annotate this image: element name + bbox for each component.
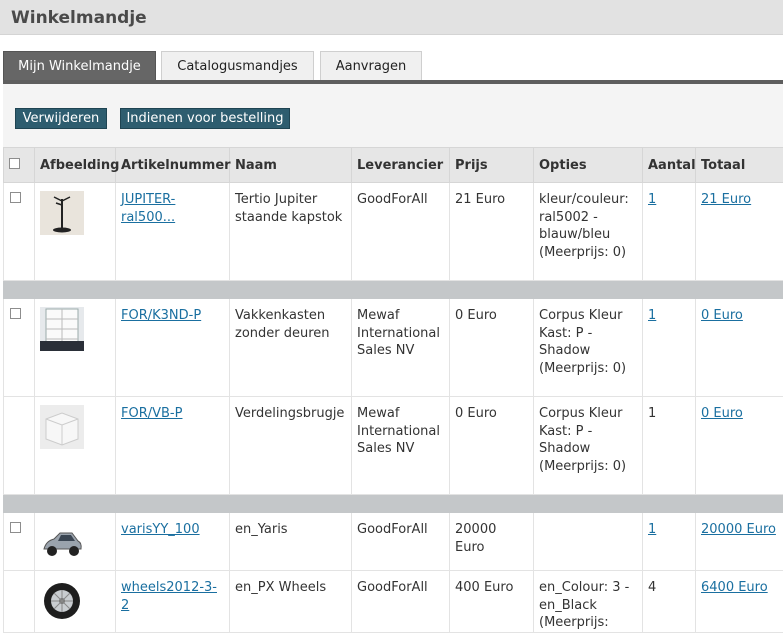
group-separator xyxy=(4,495,783,513)
article-link[interactable]: FOR/VB-P xyxy=(121,406,182,421)
wheel-image xyxy=(40,579,84,623)
select-all-cell xyxy=(4,148,35,183)
supplier-name: GoodForAll xyxy=(352,513,450,571)
total-link[interactable]: 6400 Euro xyxy=(701,580,768,595)
table-row: wheels2012-3-2 en_PX Wheels GoodForAll 4… xyxy=(4,571,783,633)
table-row: FOR/K3ND-P Vakkenkasten zonder deuren Me… xyxy=(4,299,783,397)
row-checkbox[interactable] xyxy=(10,192,21,203)
supplier-name: GoodForAll xyxy=(352,183,450,281)
product-name: Vakkenkasten zonder deuren xyxy=(230,299,352,397)
article-link[interactable]: wheels2012-3-2 xyxy=(121,580,217,613)
tab-aanvragen[interactable]: Aanvragen xyxy=(320,51,422,80)
delete-button[interactable]: Verwijderen xyxy=(15,108,107,129)
options: Corpus Kleur Kast: P - Shadow (Meerprijs… xyxy=(534,397,643,495)
column-header-supplier: Leverancier xyxy=(352,148,450,183)
table-row: JUPITER-ral500... Tertio Jupiter staande… xyxy=(4,183,783,281)
tab-catalogusmandjes[interactable]: Catalogusmandjes xyxy=(161,51,314,80)
supplier-name: Mewaf International Sales NV xyxy=(352,397,450,495)
article-link[interactable]: FOR/K3ND-P xyxy=(121,308,201,323)
product-name: en_Yaris xyxy=(230,513,352,571)
options: Corpus Kleur Kast: P - Shadow (Meerprijs… xyxy=(534,299,643,397)
column-header-quantity: Aantal xyxy=(643,148,696,183)
column-header-options: Opties xyxy=(534,148,643,183)
options xyxy=(534,513,643,571)
quantity-value: 4 xyxy=(643,571,696,633)
row-checkbox[interactable] xyxy=(10,308,21,319)
product-name: Verdelingsbrugje xyxy=(230,397,352,495)
quantity-link[interactable]: 1 xyxy=(648,308,656,323)
submit-order-button[interactable]: Indienen voor bestelling xyxy=(120,108,290,129)
column-header-name: Naam xyxy=(230,148,352,183)
supplier-name: Mewaf International Sales NV xyxy=(352,299,450,397)
column-header-image: Afbeelding xyxy=(35,148,116,183)
total-link[interactable]: 21 Euro xyxy=(701,192,751,207)
cart-table: Afbeelding Artikelnummer Naam Leverancie… xyxy=(3,147,783,633)
product-name: Tertio Jupiter staande kapstok xyxy=(230,183,352,281)
article-link[interactable]: varisYY_100 xyxy=(121,522,200,537)
group-separator xyxy=(4,281,783,299)
page-header: Winkelmandje xyxy=(0,0,783,35)
row-checkbox[interactable] xyxy=(10,522,21,533)
car-image xyxy=(40,521,84,565)
table-row: FOR/VB-P Verdelingsbrugje Mewaf Internat… xyxy=(4,397,783,495)
price: 21 Euro xyxy=(450,183,534,281)
column-header-price: Prijs xyxy=(450,148,534,183)
column-header-total: Totaal xyxy=(696,148,783,183)
select-all-checkbox[interactable] xyxy=(9,158,20,169)
price: 0 Euro xyxy=(450,299,534,397)
column-header-article: Artikelnummer xyxy=(116,148,230,183)
supplier-name: GoodForAll xyxy=(352,571,450,633)
total-link[interactable]: 0 Euro xyxy=(701,308,743,323)
total-link[interactable]: 20000 Euro xyxy=(701,522,776,537)
price: 20000 Euro xyxy=(450,513,534,571)
box-image xyxy=(40,405,84,449)
product-name: en_PX Wheels xyxy=(230,571,352,633)
options: kleur/couleur: ral5002 - blauw/bleu (Mee… xyxy=(534,183,643,281)
options: en_Colour: 3 - en_Black (Meerprijs: xyxy=(534,571,643,633)
table-header-row: Afbeelding Artikelnummer Naam Leverancie… xyxy=(4,148,783,183)
table-row: varisYY_100 en_Yaris GoodForAll 20000 Eu… xyxy=(4,513,783,571)
price: 0 Euro xyxy=(450,397,534,495)
coat-stand-image xyxy=(40,191,84,235)
price: 400 Euro xyxy=(450,571,534,633)
cabinet-image xyxy=(40,307,84,351)
tab-mijn-winkelmandje[interactable]: Mijn Winkelmandje xyxy=(3,51,156,80)
total-link[interactable]: 0 Euro xyxy=(701,406,743,421)
quantity-link[interactable]: 1 xyxy=(648,522,656,537)
page-title: Winkelmandje xyxy=(11,8,147,28)
article-link[interactable]: JUPITER-ral500... xyxy=(121,192,175,225)
quantity-link[interactable]: 1 xyxy=(648,192,656,207)
quantity-value: 1 xyxy=(643,397,696,495)
